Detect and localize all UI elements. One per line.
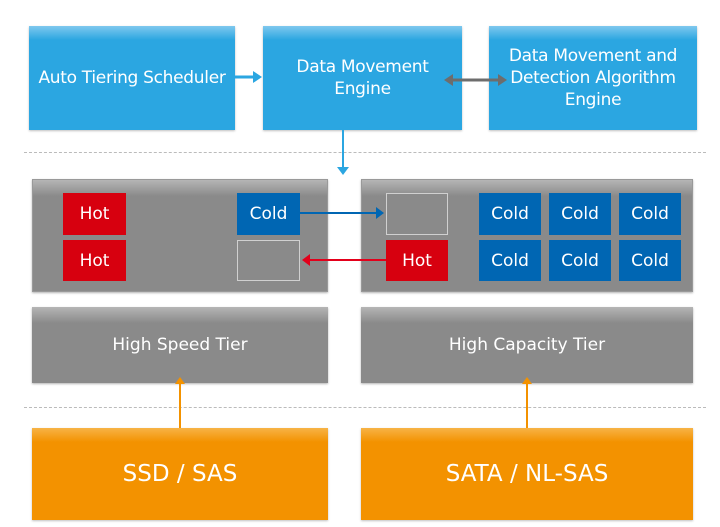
engine-down-arrow [337,130,349,175]
engine-algorithm-bidirectional-arrow [444,74,507,86]
arrows-layer [175,71,532,428]
scheduler-to-engine-arrow [235,71,262,83]
hot-promote-arrow [302,254,386,266]
sata-up-arrow [522,377,532,428]
ssd-up-arrow [175,377,185,428]
cold-demote-arrow [300,207,384,219]
